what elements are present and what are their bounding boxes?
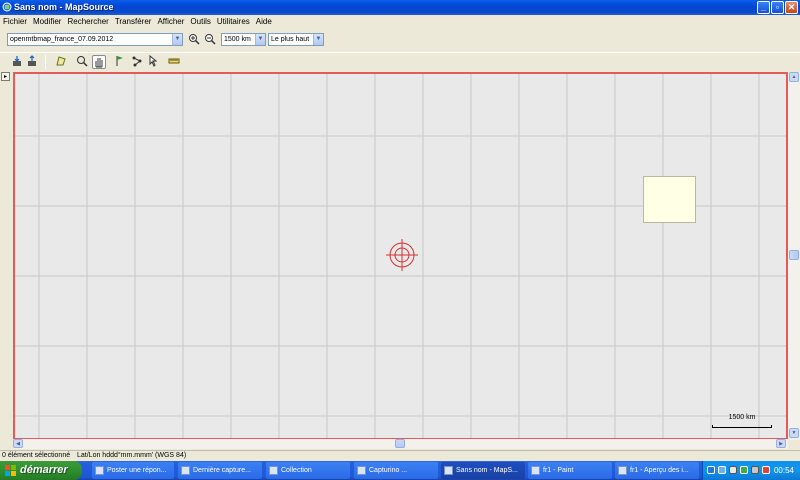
maximize-button[interactable]: ▫ bbox=[771, 1, 784, 14]
hand-pan-tool-icon[interactable] bbox=[92, 55, 106, 69]
clock[interactable]: 00:54 bbox=[774, 461, 794, 480]
vertical-scrollbar[interactable]: ▲ ▼ bbox=[788, 72, 800, 440]
scale-label: 1500 km bbox=[728, 414, 756, 421]
paint-icon bbox=[531, 466, 540, 475]
taskbar-item[interactable]: Capturino ... bbox=[354, 462, 438, 479]
sidebar-toggle-arrow[interactable]: ▸ bbox=[1, 72, 10, 81]
menu-fichier[interactable]: Fichier bbox=[0, 15, 30, 28]
menu-outils[interactable]: Outils bbox=[187, 15, 213, 28]
horizontal-scrollbar[interactable]: ◀ ▶ bbox=[13, 439, 788, 449]
taskbar-item[interactable]: fr1 - Aperçu des i... bbox=[615, 462, 699, 479]
start-label: démarrer bbox=[20, 464, 68, 476]
mapsource-icon bbox=[444, 466, 453, 475]
system-tray: 00:54 bbox=[702, 461, 800, 480]
zoom-tool-icon[interactable] bbox=[75, 55, 89, 69]
collection-icon bbox=[269, 466, 278, 475]
zoom-level-select[interactable]: 1500 km ▼ bbox=[221, 33, 266, 46]
map-product-select[interactable]: openmtbmap_france_07.09.2012 ▼ bbox=[7, 33, 183, 46]
close-button[interactable]: ✕ bbox=[785, 1, 798, 14]
windows-taskbar: démarrer Poster une répon... Dernière ca… bbox=[0, 461, 800, 480]
taskbar-item[interactable]: Dernière capture... bbox=[178, 462, 262, 479]
zoom-in-icon[interactable] bbox=[187, 33, 201, 47]
map-product-value: openmtbmap_france_07.09.2012 bbox=[10, 36, 114, 43]
toolbar-separator bbox=[45, 55, 46, 69]
windows-flag-icon bbox=[5, 465, 16, 476]
taskbar-item[interactable]: fr1 - Paint bbox=[528, 462, 612, 479]
capture-icon bbox=[181, 466, 190, 475]
capturino-icon bbox=[357, 466, 366, 475]
scroll-down-icon[interactable]: ▼ bbox=[789, 428, 799, 438]
scale-bar: 1500 km bbox=[712, 414, 772, 428]
coordinate-format: Lat/Lon hddd°mm.mmm' (WGS 84) bbox=[77, 452, 187, 459]
taskbar-item[interactable]: Collection bbox=[266, 462, 350, 479]
menu-utilitaires[interactable]: Utilitaires bbox=[214, 15, 253, 28]
scroll-up-icon[interactable]: ▲ bbox=[789, 72, 799, 82]
window-title: Sans nom - MapSource bbox=[14, 2, 114, 12]
tray-security-icon[interactable] bbox=[740, 466, 748, 474]
chevron-down-icon[interactable]: ▼ bbox=[255, 34, 265, 45]
taskbar-item-active[interactable]: Sans nom - MapS... bbox=[441, 462, 525, 479]
mapsource-app-icon bbox=[2, 2, 12, 12]
horizontal-scroll-thumb[interactable] bbox=[395, 439, 405, 448]
chevron-down-icon[interactable]: ▼ bbox=[172, 34, 182, 45]
tray-network-icon[interactable] bbox=[707, 466, 715, 474]
tray-display-icon[interactable] bbox=[718, 466, 726, 474]
status-bar: 0 élément sélectionné Lat/Lon hddd°mm.mm… bbox=[0, 450, 800, 461]
scroll-right-icon[interactable]: ▶ bbox=[776, 439, 786, 448]
tray-volume-icon[interactable] bbox=[751, 466, 759, 474]
tray-alert-icon[interactable] bbox=[762, 466, 770, 474]
menu-aide[interactable]: Aide bbox=[253, 15, 275, 28]
selection-status: 0 élément sélectionné bbox=[2, 452, 71, 459]
taskbar-item[interactable]: Poster une répon... bbox=[92, 462, 174, 479]
title-bar: Sans nom - MapSource _ ▫ ✕ bbox=[0, 0, 800, 15]
map-view[interactable]: 1500 km bbox=[13, 72, 788, 440]
map-select-tool-icon[interactable] bbox=[54, 55, 68, 69]
start-button[interactable]: démarrer bbox=[0, 461, 82, 480]
zoom-level-value: 1500 km bbox=[224, 36, 251, 43]
map-grid bbox=[15, 74, 786, 438]
image-viewer-icon bbox=[618, 466, 627, 475]
waypoint-flag-tool-icon[interactable] bbox=[113, 55, 127, 69]
menu-rechercher[interactable]: Rechercher bbox=[64, 15, 111, 28]
menu-modifier[interactable]: Modifier bbox=[30, 15, 64, 28]
menu-afficher[interactable]: Afficher bbox=[154, 15, 187, 28]
chevron-down-icon[interactable]: ▼ bbox=[313, 34, 323, 45]
tools-toolbar bbox=[0, 52, 800, 70]
menu-bar: Fichier Modifier Rechercher Transférer A… bbox=[0, 15, 800, 28]
tray-monitor-icon[interactable] bbox=[729, 466, 737, 474]
receive-from-device-icon[interactable] bbox=[10, 55, 24, 69]
zoom-out-icon[interactable] bbox=[203, 33, 217, 47]
detail-level-value: Le plus haut bbox=[271, 36, 310, 43]
menu-transferer[interactable]: Transférer bbox=[112, 15, 155, 28]
send-to-device-icon[interactable] bbox=[25, 55, 39, 69]
map-toolbar: openmtbmap_france_07.09.2012 ▼ 1500 km ▼… bbox=[0, 30, 800, 50]
distance-ruler-tool-icon[interactable] bbox=[167, 55, 181, 69]
overview-inset bbox=[643, 176, 696, 223]
crosshair-icon bbox=[386, 239, 418, 271]
selection-arrow-tool-icon[interactable] bbox=[147, 54, 161, 69]
minimize-button[interactable]: _ bbox=[757, 1, 770, 14]
scale-line bbox=[712, 425, 772, 428]
scroll-left-icon[interactable]: ◀ bbox=[13, 439, 23, 448]
vertical-scroll-thumb[interactable] bbox=[789, 250, 799, 260]
route-tool-icon[interactable] bbox=[130, 55, 144, 69]
browser-icon bbox=[95, 466, 104, 475]
detail-level-select[interactable]: Le plus haut ▼ bbox=[268, 33, 324, 46]
